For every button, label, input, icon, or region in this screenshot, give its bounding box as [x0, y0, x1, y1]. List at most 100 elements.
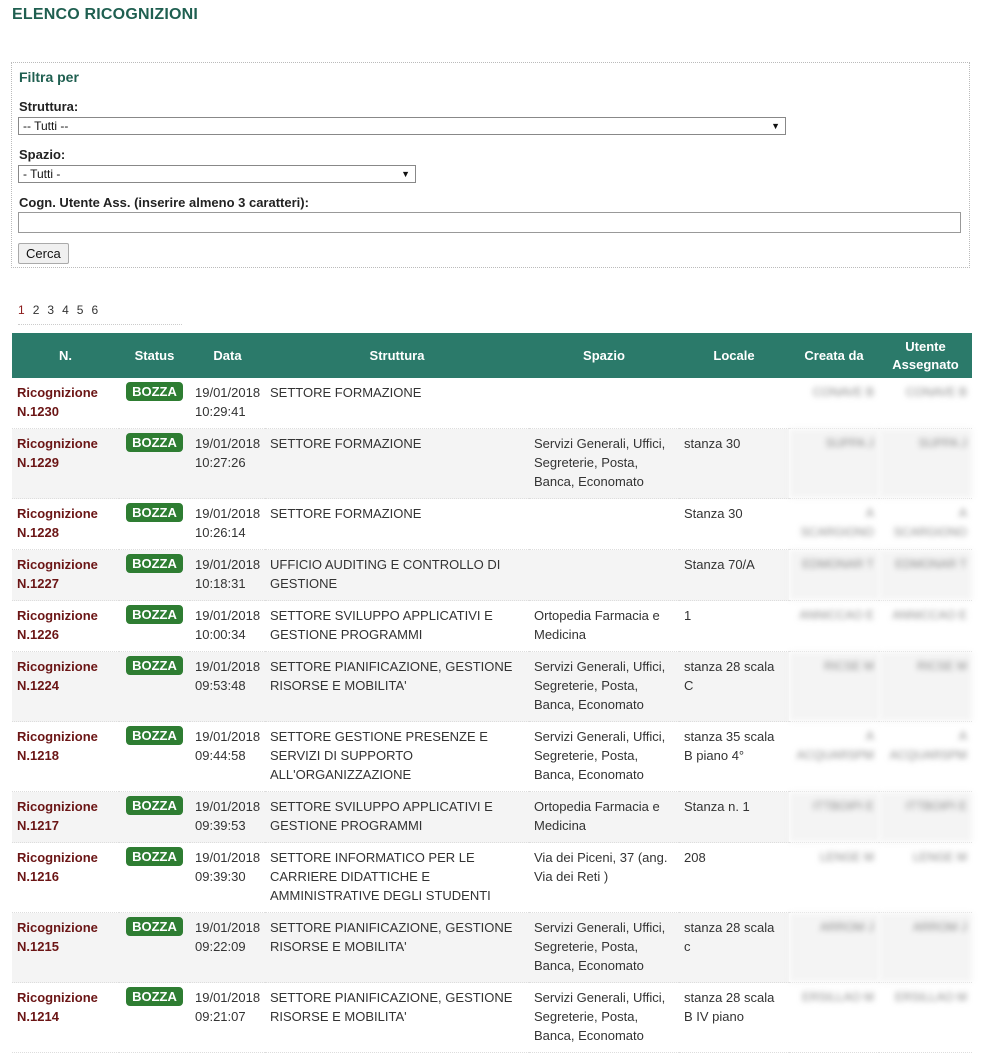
table-cell-utente-assegnato: ARROM J: [879, 912, 972, 983]
table-cell-creata-da: ANNICCAO E: [789, 600, 879, 652]
table-row: Ricognizione N.1216 BOZZA 19/01/2018 09:39…: [12, 842, 972, 913]
table-cell-date: 19/01/2018 10:29:41: [190, 378, 265, 429]
table-cell-number[interactable]: Ricognizione N.1229: [12, 428, 119, 499]
table-cell-creata-da: EDMONAR T: [789, 549, 879, 601]
table-cell-number[interactable]: Ricognizione N.1224: [12, 651, 119, 722]
status-badge: BOZZA: [126, 917, 183, 936]
column-header-struttura[interactable]: Struttura: [265, 333, 529, 378]
table-cell-status: BOZZA: [119, 428, 190, 499]
search-button[interactable]: Cerca: [18, 243, 69, 264]
table-cell-spazio: Servizi Generali, Uffici, Segreterie, Po…: [529, 912, 679, 983]
table-cell-spazio: Servizi Generali, Uffici, Segreterie, Po…: [529, 428, 679, 499]
table-cell-spazio: Servizi Generali, Uffici, Segreterie, Po…: [529, 651, 679, 722]
status-badge: BOZZA: [126, 726, 183, 745]
table-row: Ricognizione N.1224 BOZZA 19/01/2018 09:53…: [12, 651, 972, 722]
table-row: Ricognizione N.1226 BOZZA 19/01/2018 10:00…: [12, 600, 972, 652]
column-header-utente-assegnato[interactable]: Utente Assegnato: [879, 333, 972, 378]
table-cell-struttura: SETTORE FORMAZIONE: [265, 378, 529, 429]
table-cell-status: BOZZA: [119, 651, 190, 722]
table-cell-status: BOZZA: [119, 600, 190, 652]
column-header-status[interactable]: Status: [119, 333, 190, 378]
table-cell-locale: 1: [679, 600, 789, 652]
filter-panel: Filtra per Struttura: -- Tutti -- ▼ Spaz…: [11, 62, 970, 268]
status-badge: BOZZA: [126, 554, 183, 573]
table-cell-struttura: SETTORE SVILUPPO APPLICATIVI E GESTIONE …: [265, 791, 529, 843]
table-cell-struttura: SETTORE FORMAZIONE: [265, 498, 529, 550]
utente-input[interactable]: [18, 212, 961, 233]
table-cell-locale: Stanza 30: [679, 498, 789, 550]
ricognizioni-table: N. Status Data Struttura Spazio Locale C…: [12, 333, 972, 1053]
table-cell-number[interactable]: Ricognizione N.1214: [12, 982, 119, 1053]
table-cell-status: BOZZA: [119, 982, 190, 1053]
table-cell-creata-da: A SCARGIONO: [789, 498, 879, 550]
filter-title: Filtra per: [19, 69, 79, 85]
table-cell-creata-da: ARROM J: [789, 912, 879, 983]
table-cell-locale: stanza 28 scala B IV piano: [679, 982, 789, 1053]
page-link-6[interactable]: 6: [91, 303, 98, 317]
table-cell-utente-assegnato: LENGE M: [879, 842, 972, 913]
table-cell-number[interactable]: Ricognizione N.1228: [12, 498, 119, 550]
page-link-4[interactable]: 4: [62, 303, 69, 317]
table-row: Ricognizione N.1218 BOZZA 19/01/2018 09:44…: [12, 721, 972, 792]
table-row: Ricognizione N.1227 BOZZA 19/01/2018 10:18…: [12, 549, 972, 601]
table-cell-number[interactable]: Ricognizione N.1215: [12, 912, 119, 983]
table-cell-locale: 208: [679, 842, 789, 913]
spazio-select-value: - Tutti -: [23, 167, 61, 181]
table-cell-number[interactable]: Ricognizione N.1230: [12, 378, 119, 429]
page-link-1[interactable]: 1: [18, 303, 25, 317]
table-cell-creata-da: ITTBOIPI E: [789, 791, 879, 843]
table-cell-utente-assegnato: A SCARGIONO: [879, 498, 972, 550]
page-link-5[interactable]: 5: [77, 303, 84, 317]
table-cell-utente-assegnato: ERSILLAO M: [879, 982, 972, 1053]
table-cell-date: 19/01/2018 09:39:53: [190, 791, 265, 843]
table-cell-spazio: Ortopedia Farmacia e Medicina: [529, 791, 679, 843]
column-header-n[interactable]: N.: [12, 333, 119, 378]
table-cell-locale: stanza 35 scala B piano 4°: [679, 721, 789, 792]
page-title: ELENCO RICOGNIZIONI: [12, 6, 199, 23]
struttura-select-value: -- Tutti --: [23, 119, 69, 133]
struttura-select[interactable]: -- Tutti -- ▼: [18, 117, 786, 135]
struttura-label: Struttura:: [19, 99, 79, 114]
table-cell-date: 19/01/2018 10:26:14: [190, 498, 265, 550]
table-cell-struttura: SETTORE SVILUPPO APPLICATIVI E GESTIONE …: [265, 600, 529, 652]
table-cell-number[interactable]: Ricognizione N.1216: [12, 842, 119, 913]
spazio-select[interactable]: - Tutti - ▼: [18, 165, 416, 183]
table-cell-status: BOZZA: [119, 378, 190, 429]
table-cell-status: BOZZA: [119, 721, 190, 792]
table-cell-date: 19/01/2018 09:44:58: [190, 721, 265, 792]
table-cell-utente-assegnato: RICSE M: [879, 651, 972, 722]
table-row: Ricognizione N.1229 BOZZA 19/01/2018 10:27…: [12, 428, 972, 499]
column-header-data[interactable]: Data: [190, 333, 265, 378]
page-link-3[interactable]: 3: [47, 303, 54, 317]
column-header-creata-da[interactable]: Creata da: [789, 333, 879, 378]
table-cell-utente-assegnato: A ACQUARSPM: [879, 721, 972, 792]
table-cell-spazio: Servizi Generali, Uffici, Segreterie, Po…: [529, 721, 679, 792]
pagination: 123456: [18, 302, 182, 325]
table-row: Ricognizione N.1230 BOZZA 19/01/2018 10:29…: [12, 378, 972, 429]
table-cell-struttura: SETTORE GESTIONE PRESENZE E SERVIZI DI S…: [265, 721, 529, 792]
column-header-locale[interactable]: Locale: [679, 333, 789, 378]
dropdown-arrow-icon: ▼: [771, 121, 780, 131]
table-cell-number[interactable]: Ricognizione N.1217: [12, 791, 119, 843]
table-cell-struttura: SETTORE INFORMATICO PER LE CARRIERE DIDA…: [265, 842, 529, 913]
table-cell-struttura: UFFICIO AUDITING E CONTROLLO DI GESTIONE: [265, 549, 529, 601]
column-header-spazio[interactable]: Spazio: [529, 333, 679, 378]
table-cell-locale: [679, 378, 789, 429]
table-cell-locale: Stanza n. 1: [679, 791, 789, 843]
table-cell-utente-assegnato: CONAVE B: [879, 378, 972, 429]
page-link-2[interactable]: 2: [33, 303, 40, 317]
table-cell-spazio: [529, 378, 679, 429]
table-row: Ricognizione N.1217 BOZZA 19/01/2018 09:39…: [12, 791, 972, 843]
status-badge: BOZZA: [126, 987, 183, 1006]
table-cell-struttura: SETTORE PIANIFICAZIONE, GESTIONE RISORSE…: [265, 912, 529, 983]
table-cell-number[interactable]: Ricognizione N.1218: [12, 721, 119, 792]
table-cell-utente-assegnato: ANNICCAO E: [879, 600, 972, 652]
status-badge: BOZZA: [126, 796, 183, 815]
table-cell-number[interactable]: Ricognizione N.1226: [12, 600, 119, 652]
table-cell-creata-da: ERSILLAO M: [789, 982, 879, 1053]
status-badge: BOZZA: [126, 605, 183, 624]
status-badge: BOZZA: [126, 503, 183, 522]
table-cell-number[interactable]: Ricognizione N.1227: [12, 549, 119, 601]
status-badge: BOZZA: [126, 847, 183, 866]
table-cell-status: BOZZA: [119, 791, 190, 843]
